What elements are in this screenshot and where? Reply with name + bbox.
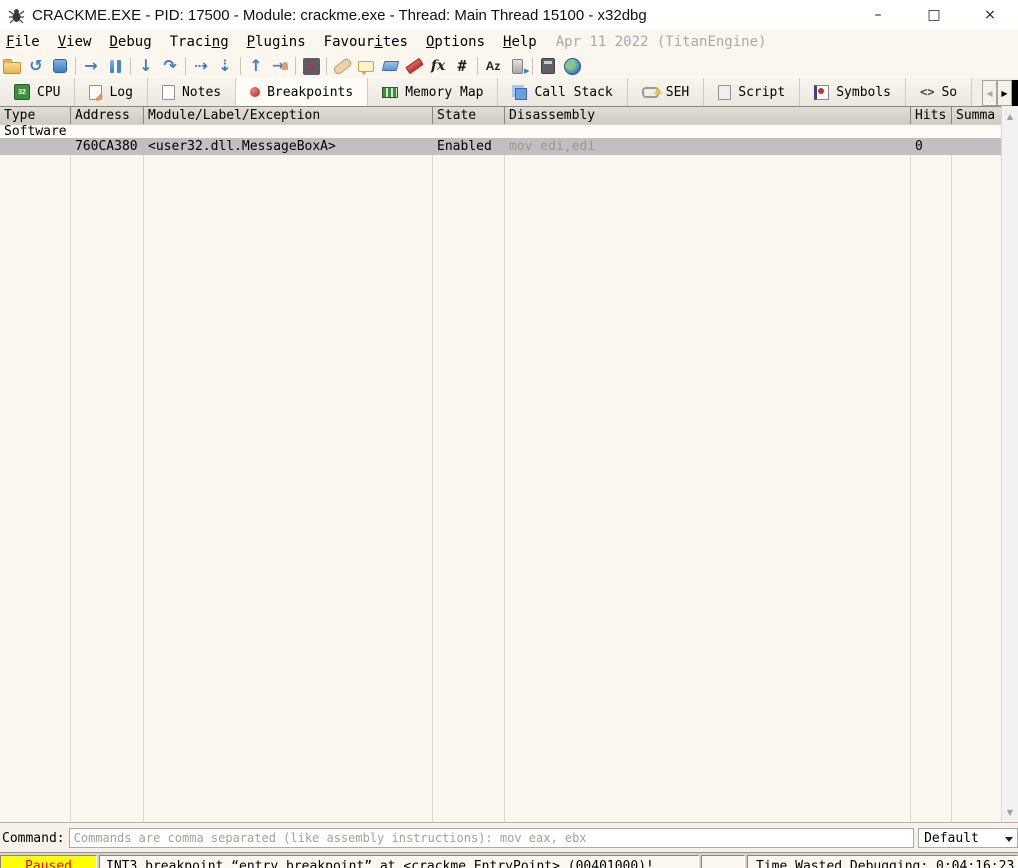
tab-bar: 32CPU Log Notes Breakpoints Memory Map C… bbox=[0, 78, 1018, 106]
time-wasted-counter: Time Wasted Debugging: 0:04:16:23 bbox=[747, 855, 1018, 868]
menu-options[interactable]: Options bbox=[426, 34, 485, 50]
menu-view[interactable]: View bbox=[58, 34, 92, 50]
notes-icon bbox=[162, 85, 175, 100]
website-icon[interactable] bbox=[560, 55, 584, 77]
patch-icon[interactable] bbox=[330, 55, 354, 77]
status-message: INT3 breakpoint “entry breakpoint” at <c… bbox=[99, 855, 699, 868]
stop-icon[interactable] bbox=[48, 55, 72, 77]
breakpoint-dot-icon bbox=[250, 87, 260, 97]
scroll-down-icon[interactable]: ▼ bbox=[1002, 804, 1018, 820]
text-codepage-icon[interactable]: Az bbox=[481, 55, 505, 77]
tab-notes[interactable]: Notes bbox=[148, 78, 236, 106]
debug-state-badge: Paused bbox=[0, 855, 97, 868]
status-bar: Paused INT3 breakpoint “entry breakpoint… bbox=[0, 852, 1018, 868]
column-address[interactable]: Address bbox=[71, 107, 144, 124]
step-into-icon[interactable]: ↓ bbox=[134, 55, 158, 77]
title-bar[interactable]: CRACKME.EXE - PID: 17500 - Module: crack… bbox=[0, 0, 1018, 30]
menu-file[interactable]: File bbox=[6, 34, 40, 50]
restart-icon[interactable]: ↺ bbox=[24, 55, 48, 77]
call-stack-icon bbox=[515, 88, 527, 100]
build-info: Apr 11 2022 (TitanEngine) bbox=[556, 34, 767, 50]
tab-seh[interactable]: SEH bbox=[628, 78, 704, 106]
calculator-icon[interactable] bbox=[536, 55, 560, 77]
tab-scroll-right-button[interactable]: ▶ bbox=[997, 80, 1012, 106]
pause-icon[interactable] bbox=[103, 55, 127, 77]
tab-script[interactable]: Script bbox=[704, 78, 800, 106]
attach-icon[interactable] bbox=[505, 55, 529, 77]
tab-cpu[interactable]: 32CPU bbox=[0, 78, 75, 106]
tab-scroll-left-button[interactable]: ◀ bbox=[982, 80, 997, 106]
menu-help[interactable]: Help bbox=[503, 34, 537, 50]
column-hits[interactable]: Hits bbox=[911, 107, 952, 124]
toolbar: ↺ → ↓ ↷ ⇢ ⇣ ↑ → S fx # Az bbox=[0, 54, 1018, 78]
settings-icon[interactable]: S bbox=[299, 55, 323, 77]
tab-log[interactable]: Log bbox=[75, 78, 147, 106]
execute-till-return-icon[interactable]: ↑ bbox=[244, 55, 268, 77]
run-to-user-code-icon[interactable]: → bbox=[268, 55, 292, 77]
tab-source[interactable]: <>So bbox=[906, 78, 972, 106]
bookmarks-icon[interactable] bbox=[402, 55, 426, 77]
scroll-up-icon[interactable]: ▲ bbox=[1002, 108, 1018, 124]
tab-memory-map[interactable]: Memory Map bbox=[368, 78, 498, 106]
app-bug-icon bbox=[8, 7, 25, 24]
open-file-icon[interactable] bbox=[0, 55, 24, 77]
table-row-selected[interactable]: 760CA380 <user32.dll.MessageBoxA> Enable… bbox=[0, 138, 1002, 155]
tab-call-stack[interactable]: Call Stack bbox=[498, 78, 627, 106]
chevron-down-icon bbox=[1005, 837, 1013, 842]
log-icon bbox=[89, 85, 102, 100]
command-profile-dropdown[interactable]: Default bbox=[918, 828, 1018, 848]
labels-icon[interactable] bbox=[378, 55, 402, 77]
window-title: CRACKME.EXE - PID: 17500 - Module: crack… bbox=[32, 7, 647, 24]
status-spacer bbox=[701, 855, 745, 868]
column-summary[interactable]: Summa bbox=[952, 107, 1002, 124]
vertical-scrollbar[interactable]: ▲ ▼ bbox=[1001, 106, 1018, 822]
command-bar: Command: Default bbox=[0, 822, 1018, 853]
source-code-icon: <> bbox=[920, 85, 934, 99]
breakpoints-table: Type Address Module/Label/Exception Stat… bbox=[0, 106, 1018, 822]
string-references-icon[interactable]: # bbox=[450, 55, 474, 77]
tab-breakpoints[interactable]: Breakpoints bbox=[236, 78, 368, 106]
column-disassembly[interactable]: Disassembly bbox=[505, 107, 911, 124]
menu-plugins[interactable]: Plugins bbox=[247, 34, 306, 50]
menu-bar: File View Debug Tracing Plugins Favourit… bbox=[0, 30, 1018, 55]
command-input[interactable] bbox=[69, 828, 914, 848]
comments-icon[interactable] bbox=[354, 55, 378, 77]
command-label: Command: bbox=[2, 831, 65, 846]
run-icon[interactable]: → bbox=[79, 55, 103, 77]
cpu-chip-icon: 32 bbox=[14, 84, 30, 100]
x32dbg-window: CRACKME.EXE - PID: 17500 - Module: crack… bbox=[0, 0, 1018, 868]
menu-favourites[interactable]: Favourites bbox=[324, 34, 408, 50]
tab-symbols[interactable]: Symbols bbox=[800, 78, 906, 106]
column-state[interactable]: State bbox=[433, 107, 505, 124]
menu-tracing[interactable]: Tracing bbox=[170, 34, 229, 50]
close-button[interactable]: × bbox=[962, 0, 1018, 30]
memory-map-icon bbox=[382, 87, 398, 98]
animate-into-icon[interactable]: ⇢ bbox=[189, 55, 213, 77]
script-icon bbox=[718, 85, 731, 100]
column-module-label-exception[interactable]: Module/Label/Exception bbox=[144, 107, 433, 124]
seh-chain-icon bbox=[642, 87, 659, 98]
table-header: Type Address Module/Label/Exception Stat… bbox=[0, 106, 1002, 126]
step-over-icon[interactable]: ↷ bbox=[158, 55, 182, 77]
minimize-button[interactable]: – bbox=[850, 0, 906, 30]
animate-over-icon[interactable]: ⇣ bbox=[213, 55, 237, 77]
table-row[interactable]: Software bbox=[0, 125, 1002, 138]
column-type[interactable]: Type bbox=[0, 107, 71, 124]
functions-icon[interactable]: fx bbox=[426, 55, 450, 77]
maximize-button[interactable]: □ bbox=[906, 0, 962, 30]
symbols-book-icon bbox=[814, 85, 829, 100]
tab-bar-edge bbox=[1012, 80, 1018, 106]
menu-debug[interactable]: Debug bbox=[109, 34, 151, 50]
